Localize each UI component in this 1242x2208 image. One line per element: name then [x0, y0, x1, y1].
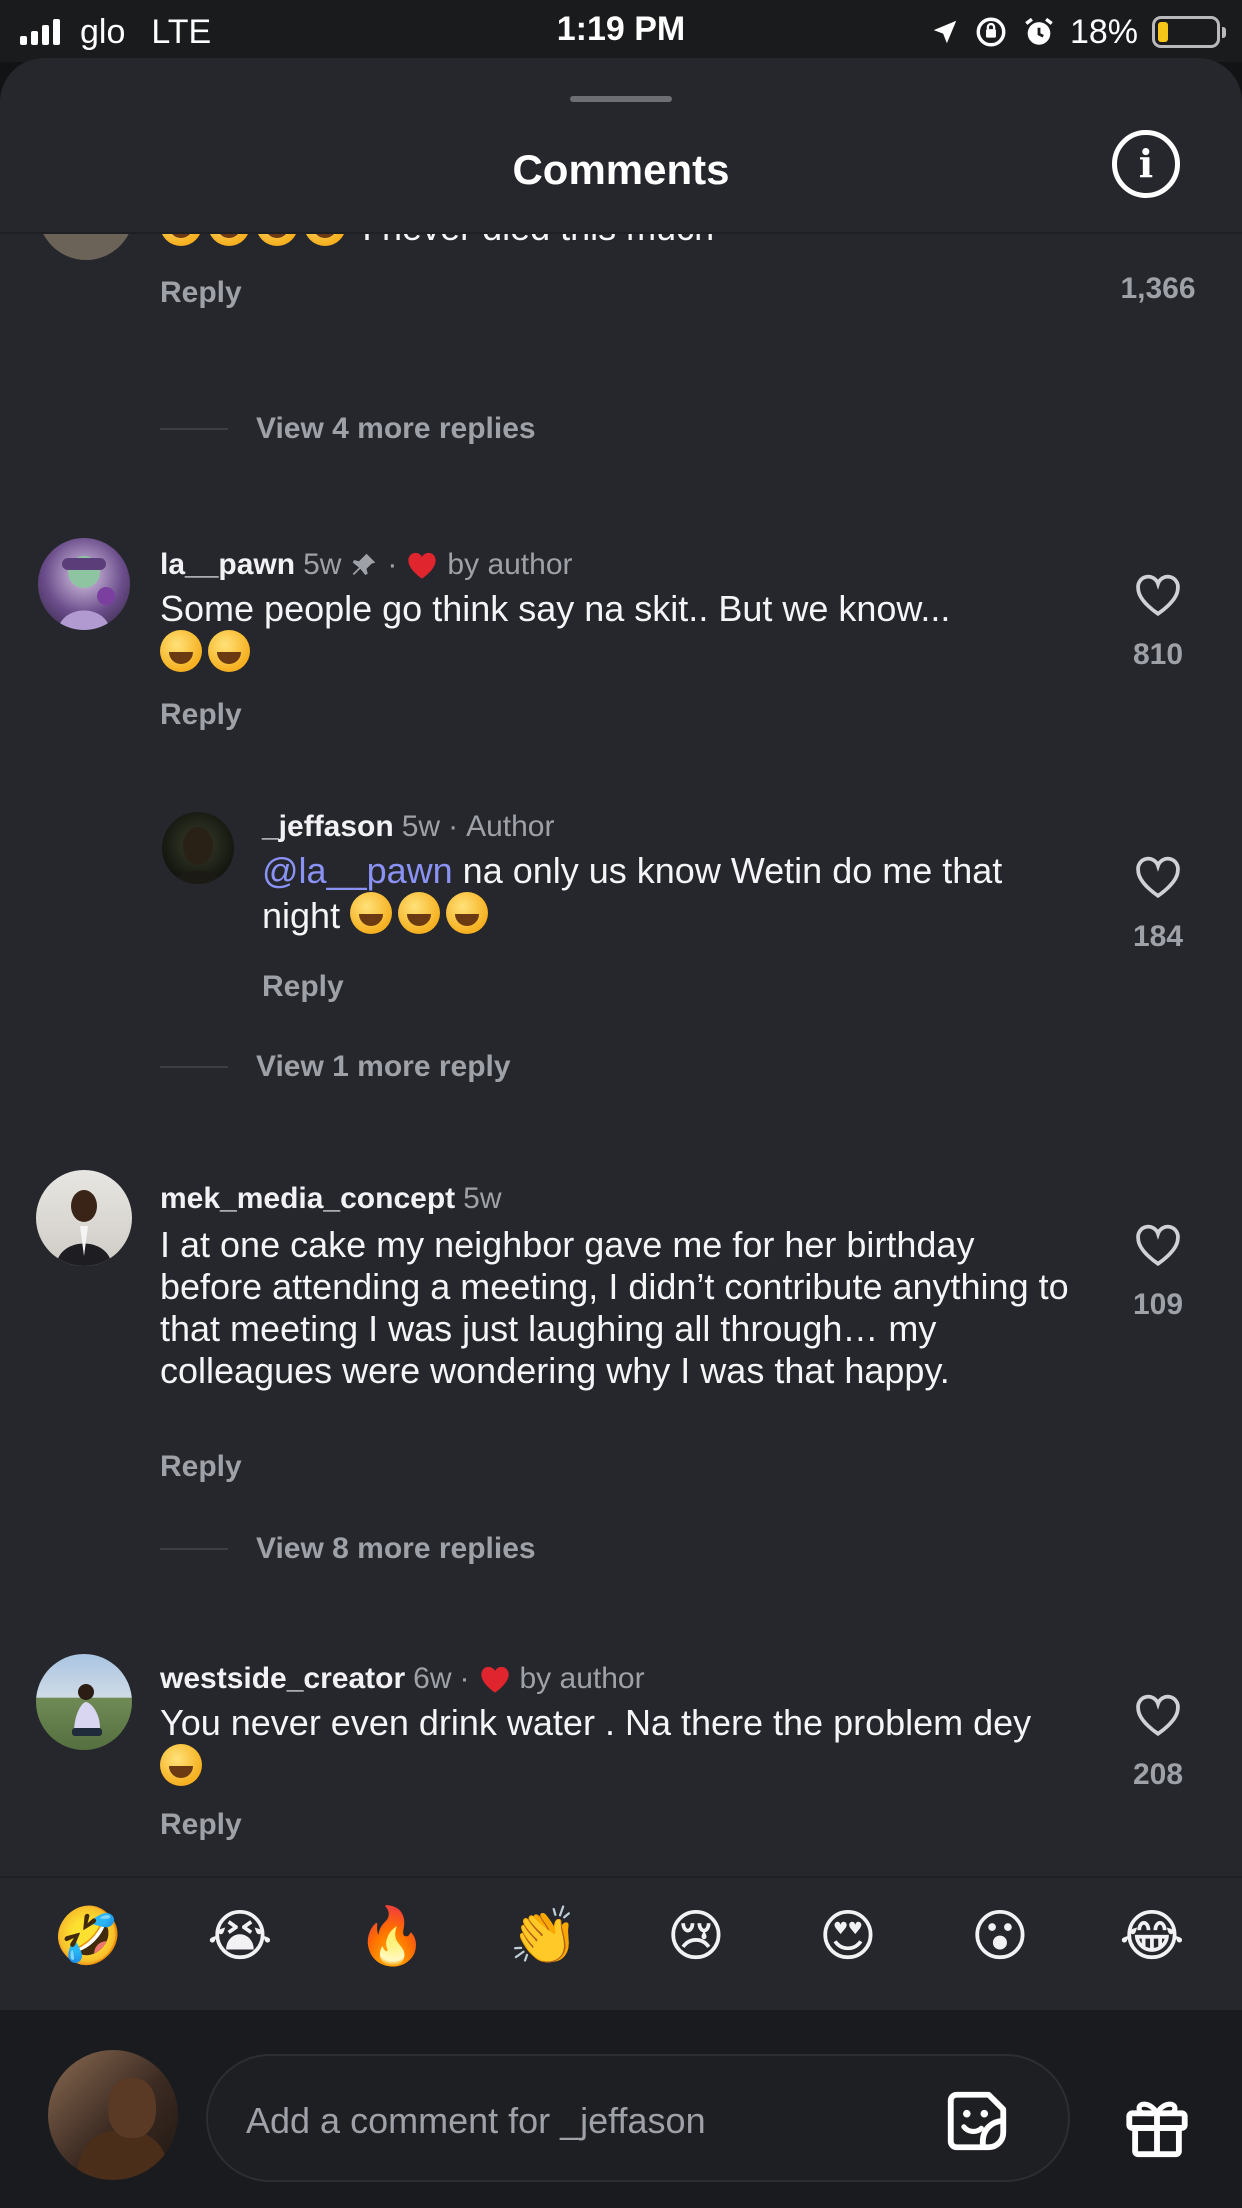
reply-meta: _jeffason 5w · Author	[262, 810, 554, 844]
like-count: 208	[1132, 1758, 1184, 1791]
comment-text: Some people go think say na skit.. But w…	[160, 588, 1060, 675]
info-button[interactable]: i	[1112, 130, 1180, 198]
author-badge: Author	[466, 810, 555, 843]
heart-outline-icon[interactable]	[1133, 1692, 1183, 1738]
emoji-rofl-button[interactable]: 🤣	[52, 1900, 124, 1972]
location-arrow-icon	[933, 20, 957, 44]
avatar[interactable]	[36, 1170, 132, 1266]
emoji-clap-button[interactable]: 👏	[508, 1900, 580, 1972]
like-control[interactable]: 1,366	[1098, 272, 1218, 306]
meta-dot: ·	[459, 1662, 470, 1695]
comments-list[interactable]: I never died this much Reply 1,366 View …	[0, 234, 1242, 1874]
emoji-wow-button[interactable]: 😮	[964, 1900, 1036, 1972]
emoji-quick-bar: 🤣 😭 🔥 👏 😢 😍 😮 😂	[0, 1900, 1242, 1980]
comment-age: 5w	[401, 810, 441, 843]
reply-button[interactable]: Reply	[160, 1450, 242, 1484]
heart-outline-icon[interactable]	[1133, 854, 1183, 900]
avatar[interactable]	[162, 812, 234, 884]
orientation-lock-icon	[976, 17, 1006, 47]
comment-item: mek_media_concept 5w I at one cake my ne…	[0, 1168, 1242, 1488]
like-control[interactable]: 184	[1098, 854, 1218, 954]
like-count: 1,366	[1120, 272, 1196, 305]
like-count: 109	[1132, 1288, 1184, 1321]
view-more-replies[interactable]: View 4 more replies	[160, 412, 536, 446]
liked-by-author: by author	[519, 1662, 645, 1695]
alarm-icon	[1025, 17, 1053, 45]
pin-icon	[353, 553, 376, 575]
reply-button[interactable]: Reply	[160, 1808, 242, 1842]
reply-button[interactable]: Reply	[160, 276, 242, 310]
comment-meta: mek_media_concept 5w	[160, 1182, 502, 1216]
reply-button[interactable]: Reply	[160, 698, 242, 732]
view-more-replies[interactable]: View 1 more reply	[160, 1050, 511, 1084]
comment-age: 5w	[303, 548, 342, 581]
view-more-replies[interactable]: View 8 more replies	[160, 1532, 536, 1566]
info-circle-icon: i	[1138, 141, 1154, 186]
username[interactable]: westside_creator	[160, 1662, 405, 1696]
username[interactable]: mek_media_concept	[160, 1182, 455, 1216]
sheet-grabber[interactable]	[570, 96, 672, 102]
emoji-joy-button[interactable]: 😂	[1116, 1900, 1188, 1972]
avatar[interactable]	[36, 1654, 132, 1750]
battery-percent: 18%	[1069, 12, 1138, 51]
like-control[interactable]: 810	[1098, 572, 1218, 672]
comment-input-placeholder: Add a comment for _jeffason	[246, 2100, 706, 2141]
comment-item: la__pawn 5w · by author Some people go t…	[0, 536, 1242, 1016]
like-count: 184	[1132, 920, 1184, 953]
comment-text: I at one cake my neighbor gave me for he…	[160, 1224, 1069, 1391]
comment-composer: Add a comment for _jeffason	[0, 2010, 1242, 2208]
comment-partial: I never died this much Reply 1,366	[0, 234, 1242, 384]
reply-button[interactable]: Reply	[262, 970, 344, 1004]
comment-item: westside_creator 6w · by author You neve…	[0, 1650, 1242, 1870]
avatar[interactable]	[38, 538, 130, 630]
like-count: 810	[1132, 638, 1184, 671]
emoji-fire-button[interactable]: 🔥	[356, 1900, 428, 1972]
author-heart-icon	[408, 552, 437, 579]
gift-icon[interactable]	[1122, 2090, 1192, 2160]
comment-age: 6w	[413, 1662, 452, 1695]
username[interactable]: _jeffason	[262, 810, 394, 844]
emoji-heart-eyes-button[interactable]: 😍	[812, 1900, 884, 1972]
emoji-divider	[0, 1876, 1242, 1878]
sticker-icon[interactable]	[942, 2086, 1012, 2156]
heart-outline-icon[interactable]	[1133, 572, 1183, 618]
mention-link[interactable]: @la__pawn	[262, 850, 453, 891]
like-control[interactable]: 208	[1098, 1692, 1218, 1792]
avatar[interactable]	[38, 234, 134, 260]
status-bar: glo LTE 1:19 PM 18%	[0, 0, 1242, 62]
heart-outline-icon[interactable]	[1133, 1222, 1183, 1268]
comments-sheet: Comments i I never died this much Reply …	[0, 58, 1242, 2208]
meta-dot: ·	[448, 810, 459, 843]
reply-text: @la__pawn na only us know Wetin do me th…	[262, 850, 1003, 936]
meta-dot: ·	[387, 548, 398, 581]
comment-text: You never even drink water . Na there th…	[160, 1702, 1080, 1789]
comment-text: I never died this much	[160, 234, 1060, 249]
battery-icon	[1152, 16, 1226, 48]
author-heart-icon	[480, 1666, 509, 1693]
status-right: 18%	[930, 10, 1226, 54]
emoji-cry-button[interactable]: 😢	[660, 1900, 732, 1972]
comment-input[interactable]: Add a comment for _jeffason	[206, 2054, 1070, 2182]
sheet-title: Comments	[512, 146, 730, 193]
comment-meta: westside_creator 6w · by author	[160, 1662, 645, 1696]
comment-meta: la__pawn 5w · by author	[160, 548, 573, 582]
username[interactable]: la__pawn	[160, 548, 295, 582]
comment-age: 5w	[463, 1182, 502, 1215]
liked-by-author: by author	[447, 548, 573, 581]
emoji-sob-button[interactable]: 😭	[204, 1900, 276, 1972]
my-avatar[interactable]	[48, 2050, 178, 2180]
like-control[interactable]: 109	[1098, 1222, 1218, 1322]
